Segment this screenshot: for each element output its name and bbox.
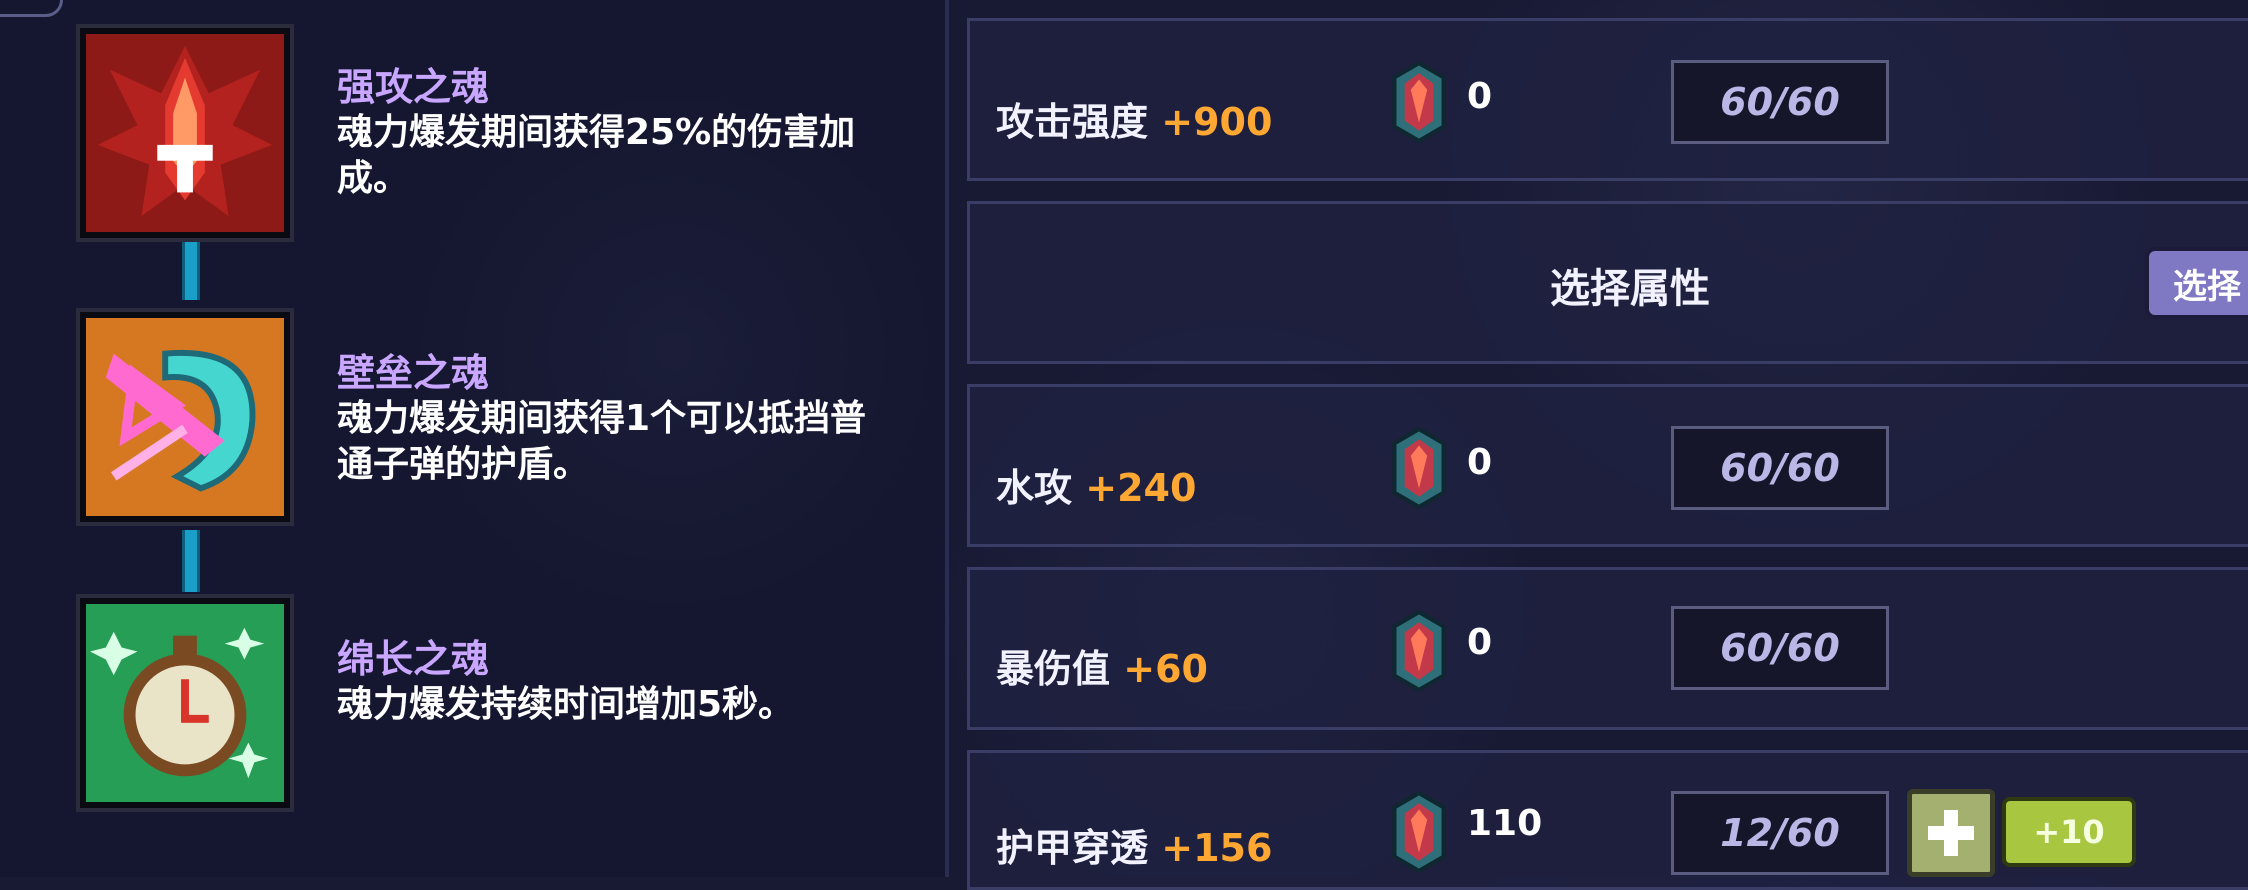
select-attribute-title: 选择属性 xyxy=(1550,266,1710,312)
attribute-name: 水攻 xyxy=(996,466,1073,510)
attribute-level: 12/60 xyxy=(1671,791,1889,875)
attribute-level: 60/60 xyxy=(1671,426,1889,510)
soul-connector xyxy=(182,530,200,592)
soul-name: 强攻之魂 xyxy=(337,65,490,109)
soul-connector xyxy=(182,240,200,300)
gem-icon xyxy=(1392,427,1446,509)
upgrade-plus-button[interactable] xyxy=(1907,789,1995,877)
attribute-row: 暴伤值 +60 0 60/60 xyxy=(967,567,2248,730)
attribute-bonus: +156 xyxy=(1161,826,1273,870)
select-button[interactable]: 选择 xyxy=(2145,247,2248,319)
attribute-row: 护甲穿透 +156 110 12/60 +10 xyxy=(967,750,2248,890)
green-clock-soul-icon[interactable] xyxy=(76,594,294,812)
gem-icon xyxy=(1392,610,1446,692)
attribute-row: 攻击强度 +900 0 60/60 xyxy=(967,18,2248,181)
attribute-bonus: +60 xyxy=(1123,647,1208,691)
select-attribute-row: 选择属性 选择 xyxy=(967,201,2248,364)
soul-name: 壁垒之魂 xyxy=(337,351,490,395)
red-attack-soul-icon[interactable] xyxy=(76,24,294,242)
attribute-name: 暴伤值 xyxy=(996,647,1111,691)
attribute-name: 护甲穿透 xyxy=(996,826,1149,870)
upgrade-plus-10-button[interactable]: +10 xyxy=(2002,797,2136,867)
soul-description: 魂力爆发期间获得1个可以抵挡普通子弹的护盾。 xyxy=(337,398,867,485)
soul-description: 魂力爆发持续时间增加5秒。 xyxy=(337,684,795,725)
gem-count: 0 xyxy=(1467,76,1493,117)
attribute-label: 水攻 +240 xyxy=(996,457,1196,512)
attribute-label: 攻击强度 +900 xyxy=(996,91,1272,146)
corner-decoration xyxy=(0,0,63,17)
plus-icon xyxy=(1928,810,1974,856)
gem-count: 0 xyxy=(1467,442,1493,483)
attribute-level: 60/60 xyxy=(1671,60,1889,144)
attribute-bonus: +240 xyxy=(1085,466,1197,510)
gem-icon xyxy=(1392,61,1446,143)
attribute-level: 60/60 xyxy=(1671,606,1889,690)
attribute-label: 护甲穿透 +156 xyxy=(996,817,1272,872)
attribute-row: 水攻 +240 0 60/60 xyxy=(967,384,2248,547)
gem-count: 0 xyxy=(1467,622,1493,663)
panel-divider xyxy=(945,0,949,877)
attribute-label: 暴伤值 +60 xyxy=(996,638,1208,693)
gem-count: 110 xyxy=(1467,803,1543,844)
gem-icon xyxy=(1392,791,1446,873)
soul-name: 绵长之魂 xyxy=(337,637,490,681)
attribute-name: 攻击强度 xyxy=(996,100,1149,144)
soul-description: 魂力爆发期间获得25%的伤害加成。 xyxy=(337,112,856,199)
orange-shield-soul-icon[interactable] xyxy=(76,308,294,526)
attribute-bonus: +900 xyxy=(1161,100,1273,144)
